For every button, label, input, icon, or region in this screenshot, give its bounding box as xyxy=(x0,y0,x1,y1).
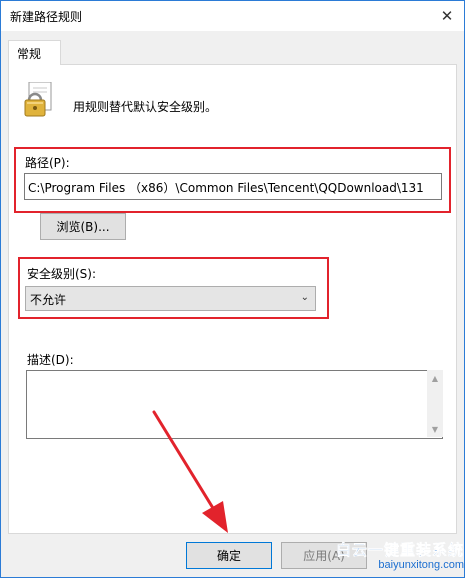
close-icon[interactable]: ✕ xyxy=(436,5,458,27)
tab-general[interactable]: 常规 xyxy=(8,40,61,65)
dialog-window: 新建路径规则 ✕ 常规 用规则替代默认安全级别。 路径(P): C:\Progr… xyxy=(0,0,465,578)
window-title: 新建路径规则 xyxy=(10,10,83,24)
browse-button[interactable]: 浏览(B)... xyxy=(40,213,126,240)
security-level-value: 不允许 xyxy=(30,293,67,307)
scroll-down-icon[interactable]: ▼ xyxy=(427,421,443,437)
path-label: 路径(P): xyxy=(25,156,70,170)
description-scroll-wrap: ▲ ▼ xyxy=(26,370,443,439)
scroll-up-icon[interactable]: ▲ xyxy=(427,370,443,386)
watermark-url: baiyunxitong.com xyxy=(378,559,464,571)
watermark: 白云一键重装系统 baiyunxitong.com xyxy=(314,539,464,577)
rule-description: 用规则替代默认安全级别。 xyxy=(73,100,218,114)
watermark-title: 白云一键重装系统 xyxy=(335,541,464,560)
path-input[interactable]: C:\Program Files （x86）\Common Files\Tenc… xyxy=(24,173,442,200)
chevron-down-icon: ⌄ xyxy=(300,292,309,303)
title-bar[interactable]: 新建路径规则 ✕ xyxy=(1,1,464,31)
description-label: 描述(D): xyxy=(27,353,74,367)
ok-button[interactable]: 确定 xyxy=(186,542,272,569)
security-level-select[interactable]: 不允许 ⌄ xyxy=(25,286,316,311)
lock-icon xyxy=(24,82,52,117)
security-level-label: 安全级别(S): xyxy=(27,267,97,281)
description-scrollbar[interactable]: ▲ ▼ xyxy=(427,370,443,437)
